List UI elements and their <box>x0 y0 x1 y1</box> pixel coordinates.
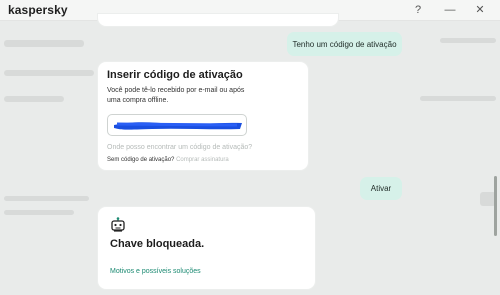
blocked-title: Chave bloqueada. <box>110 238 205 250</box>
no-code-row: Sem código de ativação? Comprar assinatu… <box>107 157 229 163</box>
blocked-key-card: Chave bloqueada. Motivos e possíveis sol… <box>98 207 315 289</box>
app-logo: kaspersky <box>8 3 68 17</box>
card-title: Inserir código de ativação <box>107 69 243 81</box>
buy-subscription-link[interactable]: Comprar assinatura <box>176 157 229 163</box>
help-button[interactable]: ? <box>408 2 428 18</box>
activate-message-text: Ativar <box>370 184 392 193</box>
reasons-solutions-link[interactable]: Motivos e possíveis soluções <box>110 268 201 275</box>
scrollbar-thumb[interactable] <box>494 176 497 236</box>
user-message-text: Tenho um código de ativação <box>292 39 397 49</box>
activate-message-bubble: Ativar <box>360 177 402 200</box>
close-button[interactable]: ✕ <box>470 2 490 18</box>
where-to-find-code-link[interactable]: Onde posso encontrar um código de ativaç… <box>107 144 252 151</box>
redaction-scribble <box>114 122 242 130</box>
activation-code-card: Inserir código de ativação Você pode tê-… <box>98 62 308 170</box>
minimize-button[interactable]: — <box>440 2 460 18</box>
previous-message-card <box>98 14 338 26</box>
no-code-text: Sem código de ativação? <box>107 157 175 163</box>
card-description: Você pode tê-lo recebido por e-mail ou a… <box>107 87 245 104</box>
robot-icon <box>111 217 125 232</box>
user-message-bubble: Tenho um código de ativação <box>287 32 402 56</box>
activation-code-input[interactable] <box>107 114 247 136</box>
